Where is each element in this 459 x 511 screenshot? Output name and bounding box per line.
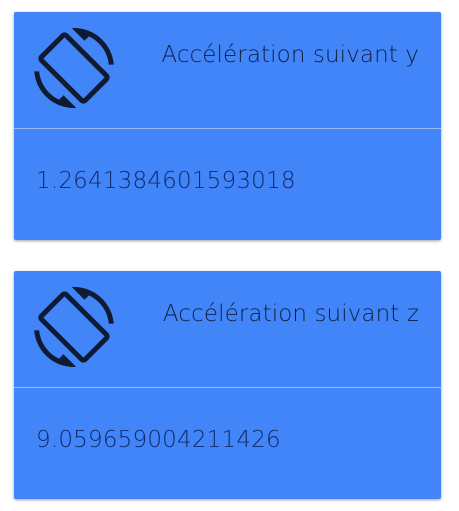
divider <box>14 128 441 129</box>
card-title: Accélération suivant z <box>162 301 419 327</box>
divider <box>14 387 441 388</box>
acceleration-y-card: Accélération suivant y 1.264138460159301… <box>14 12 441 240</box>
card-header: Accélération suivant z <box>14 271 441 387</box>
screen-rotation-icon <box>34 287 114 367</box>
card-title: Accélération suivant y <box>161 42 419 68</box>
screen-rotation-icon <box>34 28 114 108</box>
card-header: Accélération suivant y <box>14 12 441 128</box>
acceleration-value: 9.059659004211426 <box>36 427 281 453</box>
acceleration-value: 1.2641384601593018 <box>36 168 296 194</box>
acceleration-z-card: Accélération suivant z 9.059659004211426 <box>14 271 441 499</box>
